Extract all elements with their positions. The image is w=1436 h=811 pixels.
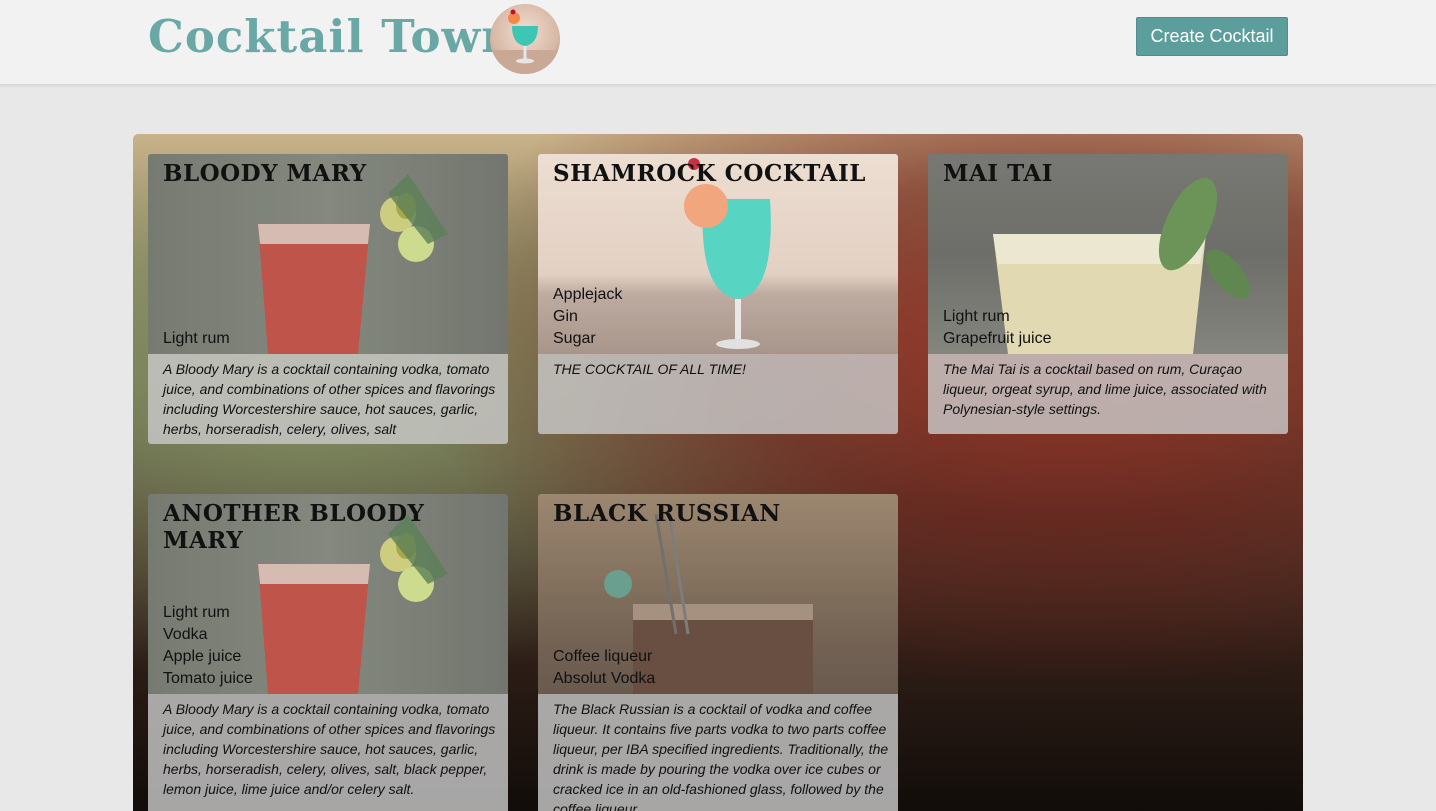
ingredient: Apple juice [163, 648, 242, 665]
cocktail-logo-icon [490, 4, 560, 74]
cocktail-board: Bloody Mary Light rum A Bloody Mary is a… [133, 134, 1303, 811]
cocktail-image: Another Bloody Mary Light rum Vodka Appl… [148, 494, 508, 694]
ingredient: Gin [553, 308, 578, 325]
ingredient: Light rum [943, 308, 1010, 325]
cocktail-name: Another Bloody Mary [163, 500, 425, 554]
cocktail-card[interactable]: Mai Tai Light rum Grapefruit juice The M… [928, 154, 1288, 434]
ingredient-list: Light rum Grapefruit juice [943, 306, 1052, 350]
cocktail-image: Bloody Mary Light rum [148, 154, 508, 354]
ingredient-list: Coffee liqueur Absolut Vodka [553, 646, 655, 690]
cocktail-description: A Bloody Mary is a cocktail containing v… [148, 354, 508, 444]
cocktail-name: Shamrock Cocktail [553, 160, 866, 187]
ingredient-list: Light rum Vodka Apple juice Tomato juice [163, 602, 253, 690]
cocktail-image: Black Russian Coffee liqueur Absolut Vod… [538, 494, 898, 694]
cocktail-card[interactable]: Bloody Mary Light rum A Bloody Mary is a… [148, 154, 508, 444]
cocktail-name: Black Russian [553, 500, 781, 527]
cocktail-description: A Bloody Mary is a cocktail containing v… [148, 694, 508, 811]
ingredient: Tomato juice [163, 670, 253, 687]
cocktail-name: Mai Tai [943, 160, 1054, 187]
ingredient: Grapefruit juice [943, 330, 1052, 347]
cocktail-description: THE COCKTAIL OF ALL TIME! [538, 354, 898, 434]
cocktail-image: Shamrock Cocktail Applejack Gin Sugar [538, 154, 898, 354]
ingredient: Absolut Vodka [553, 670, 656, 687]
ingredient: Light rum [163, 330, 230, 347]
ingredient: Light rum [163, 604, 230, 621]
cocktail-description: The Black Russian is a cocktail of vodka… [538, 694, 898, 811]
ingredient: Applejack [553, 286, 623, 303]
cocktail-description: The Mai Tai is a cocktail based on rum, … [928, 354, 1288, 434]
cocktail-image: Mai Tai Light rum Grapefruit juice [928, 154, 1288, 354]
create-cocktail-button[interactable]: Create Cocktail [1136, 17, 1288, 56]
cocktail-card[interactable]: Another Bloody Mary Light rum Vodka Appl… [148, 494, 508, 811]
ingredient-list: Light rum [163, 328, 230, 350]
ingredient: Coffee liqueur [553, 648, 653, 665]
brand-title[interactable]: Cocktail Town [148, 10, 515, 63]
ingredient: Vodka [163, 626, 208, 643]
ingredient: Sugar [553, 330, 596, 347]
ingredient-list: Applejack Gin Sugar [553, 284, 622, 350]
navbar: Cocktail Town Create Cocktail [0, 0, 1436, 85]
cocktail-card[interactable]: Shamrock Cocktail Applejack Gin Sugar TH… [538, 154, 898, 434]
cocktail-card[interactable]: Black Russian Coffee liqueur Absolut Vod… [538, 494, 898, 811]
cocktail-name: Bloody Mary [163, 160, 367, 187]
